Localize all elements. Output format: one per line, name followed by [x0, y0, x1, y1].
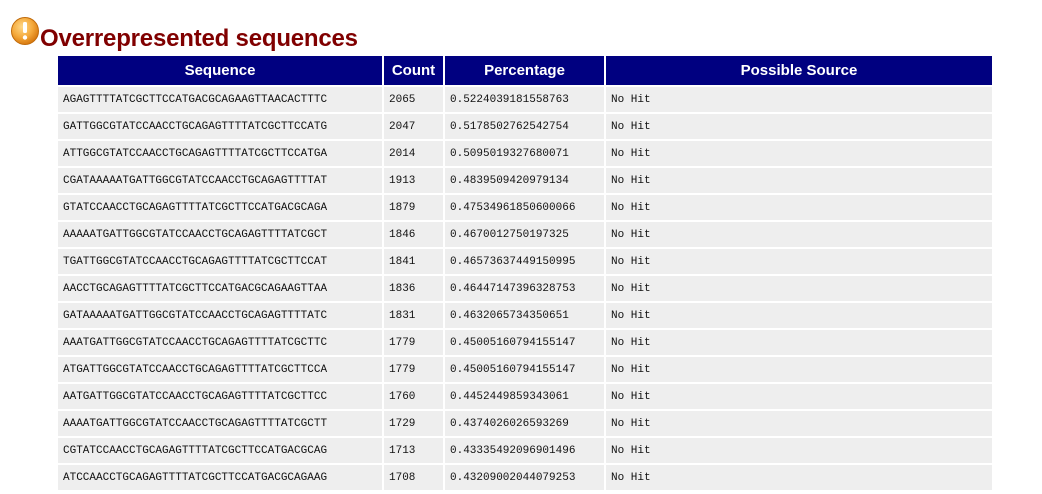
sequence-cell: GATAAAAATGATTGGCGTATCCAACCTGCAGAGTTTTATC	[58, 303, 382, 328]
sequence-cell: AGAGTTTTATCGCTTCCATGACGCAGAAGTTAACACTTTC	[58, 87, 382, 112]
column-header-possible-source: Possible Source	[606, 56, 992, 85]
percentage-cell: 0.45005160794155147	[445, 357, 604, 382]
count-cell: 1779	[384, 330, 443, 355]
warning-icon	[11, 17, 39, 45]
count-cell: 1846	[384, 222, 443, 247]
percentage-cell: 0.45005160794155147	[445, 330, 604, 355]
count-cell: 1779	[384, 357, 443, 382]
count-cell: 2014	[384, 141, 443, 166]
sequence-cell: AACCTGCAGAGTTTTATCGCTTCCATGACGCAGAAGTTAA	[58, 276, 382, 301]
table-row: TGATTGGCGTATCCAACCTGCAGAGTTTTATCGCTTCCAT…	[58, 249, 992, 274]
count-cell: 1729	[384, 411, 443, 436]
table-row: AAAAATGATTGGCGTATCCAACCTGCAGAGTTTTATCGCT…	[58, 222, 992, 247]
count-cell: 2065	[384, 87, 443, 112]
table-row: GATTGGCGTATCCAACCTGCAGAGTTTTATCGCTTCCATG…	[58, 114, 992, 139]
table-row: AGAGTTTTATCGCTTCCATGACGCAGAAGTTAACACTTTC…	[58, 87, 992, 112]
count-cell: 1913	[384, 168, 443, 193]
percentage-cell: 0.47534961850600066	[445, 195, 604, 220]
count-cell: 1713	[384, 438, 443, 463]
table-row: GTATCCAACCTGCAGAGTTTTATCGCTTCCATGACGCAGA…	[58, 195, 992, 220]
source-cell: No Hit	[606, 465, 992, 490]
overrepresented-table: Sequence Count Percentage Possible Sourc…	[56, 54, 994, 492]
sequence-cell: GTATCCAACCTGCAGAGTTTTATCGCTTCCATGACGCAGA	[58, 195, 382, 220]
column-header-percentage: Percentage	[445, 56, 604, 85]
source-cell: No Hit	[606, 384, 992, 409]
table-row: ATGATTGGCGTATCCAACCTGCAGAGTTTTATCGCTTCCA…	[58, 357, 992, 382]
percentage-cell: 0.5224039181558763	[445, 87, 604, 112]
source-cell: No Hit	[606, 168, 992, 193]
sequence-cell: CGTATCCAACCTGCAGAGTTTTATCGCTTCCATGACGCAG	[58, 438, 382, 463]
count-cell: 1708	[384, 465, 443, 490]
table-body: AGAGTTTTATCGCTTCCATGACGCAGAAGTTAACACTTTC…	[58, 87, 992, 490]
percentage-cell: 0.46447147396328753	[445, 276, 604, 301]
source-cell: No Hit	[606, 357, 992, 382]
overrepresented-table-container: Sequence Count Percentage Possible Sourc…	[56, 54, 992, 492]
count-cell: 1836	[384, 276, 443, 301]
sequence-cell: GATTGGCGTATCCAACCTGCAGAGTTTTATCGCTTCCATG	[58, 114, 382, 139]
column-header-count: Count	[384, 56, 443, 85]
section-title: Overrepresented sequences	[40, 25, 358, 52]
source-cell: No Hit	[606, 249, 992, 274]
table-row: ATTGGCGTATCCAACCTGCAGAGTTTTATCGCTTCCATGA…	[58, 141, 992, 166]
sequence-cell: AATGATTGGCGTATCCAACCTGCAGAGTTTTATCGCTTCC	[58, 384, 382, 409]
table-row: CGTATCCAACCTGCAGAGTTTTATCGCTTCCATGACGCAG…	[58, 438, 992, 463]
sequence-cell: TGATTGGCGTATCCAACCTGCAGAGTTTTATCGCTTCCAT	[58, 249, 382, 274]
column-header-sequence: Sequence	[58, 56, 382, 85]
table-row: AACCTGCAGAGTTTTATCGCTTCCATGACGCAGAAGTTAA…	[58, 276, 992, 301]
count-cell: 1831	[384, 303, 443, 328]
table-row: AAATGATTGGCGTATCCAACCTGCAGAGTTTTATCGCTTC…	[58, 330, 992, 355]
sequence-cell: CGATAAAAATGATTGGCGTATCCAACCTGCAGAGTTTTAT	[58, 168, 382, 193]
table-header-row: Sequence Count Percentage Possible Sourc…	[58, 56, 992, 85]
count-cell: 1879	[384, 195, 443, 220]
count-cell: 2047	[384, 114, 443, 139]
source-cell: No Hit	[606, 411, 992, 436]
percentage-cell: 0.43209002044079253	[445, 465, 604, 490]
count-cell: 1841	[384, 249, 443, 274]
table-row: GATAAAAATGATTGGCGTATCCAACCTGCAGAGTTTTATC…	[58, 303, 992, 328]
source-cell: No Hit	[606, 222, 992, 247]
percentage-cell: 0.4374026026593269	[445, 411, 604, 436]
percentage-cell: 0.4839509420979134	[445, 168, 604, 193]
percentage-cell: 0.43335492096901496	[445, 438, 604, 463]
table-row: CGATAAAAATGATTGGCGTATCCAACCTGCAGAGTTTTAT…	[58, 168, 992, 193]
percentage-cell: 0.4452449859343061	[445, 384, 604, 409]
count-cell: 1760	[384, 384, 443, 409]
source-cell: No Hit	[606, 87, 992, 112]
source-cell: No Hit	[606, 330, 992, 355]
sequence-cell: AAATGATTGGCGTATCCAACCTGCAGAGTTTTATCGCTTC	[58, 330, 382, 355]
sequence-cell: ATTGGCGTATCCAACCTGCAGAGTTTTATCGCTTCCATGA	[58, 141, 382, 166]
table-row: ATCCAACCTGCAGAGTTTTATCGCTTCCATGACGCAGAAG…	[58, 465, 992, 490]
sequence-cell: AAAATGATTGGCGTATCCAACCTGCAGAGTTTTATCGCTT	[58, 411, 382, 436]
source-cell: No Hit	[606, 276, 992, 301]
sequence-cell: ATCCAACCTGCAGAGTTTTATCGCTTCCATGACGCAGAAG	[58, 465, 382, 490]
source-cell: No Hit	[606, 141, 992, 166]
source-cell: No Hit	[606, 438, 992, 463]
percentage-cell: 0.4632065734350651	[445, 303, 604, 328]
sequence-cell: AAAAATGATTGGCGTATCCAACCTGCAGAGTTTTATCGCT	[58, 222, 382, 247]
source-cell: No Hit	[606, 303, 992, 328]
source-cell: No Hit	[606, 114, 992, 139]
percentage-cell: 0.46573637449150995	[445, 249, 604, 274]
percentage-cell: 0.5178502762542754	[445, 114, 604, 139]
percentage-cell: 0.4670012750197325	[445, 222, 604, 247]
sequence-cell: ATGATTGGCGTATCCAACCTGCAGAGTTTTATCGCTTCCA	[58, 357, 382, 382]
source-cell: No Hit	[606, 195, 992, 220]
table-row: AATGATTGGCGTATCCAACCTGCAGAGTTTTATCGCTTCC…	[58, 384, 992, 409]
percentage-cell: 0.5095019327680071	[445, 141, 604, 166]
table-row: AAAATGATTGGCGTATCCAACCTGCAGAGTTTTATCGCTT…	[58, 411, 992, 436]
